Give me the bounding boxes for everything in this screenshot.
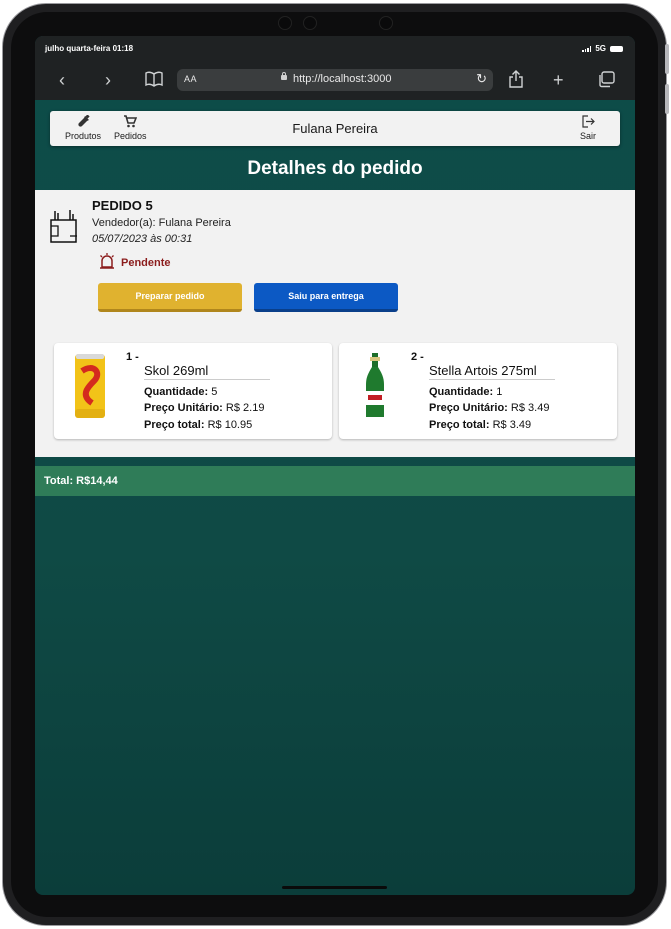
network-label: 5G: [595, 44, 606, 53]
item-unit-price: Preço Unitário: R$ 2.19: [144, 402, 264, 414]
volume-button: [665, 84, 669, 114]
item-name: Skol 269ml: [144, 363, 270, 380]
quantity-value: 1: [496, 386, 503, 398]
total-price-label: Preço total:: [144, 419, 205, 431]
item-total-price: Preço total: R$ 10.95: [144, 419, 252, 431]
item-index: 2 -: [411, 351, 424, 363]
total-price-label: Preço total:: [429, 419, 490, 431]
screen: julho quarta-feira 01:18 5G ‹ › AA http:…: [35, 36, 635, 895]
item-index: 1 -: [126, 351, 139, 363]
battery-icon: [610, 45, 623, 52]
unit-price-value: R$ 2.19: [225, 402, 265, 414]
alarm-icon: [98, 252, 116, 273]
item-name: Stella Artois 275ml: [429, 363, 555, 380]
status-label: Pendente: [121, 256, 171, 269]
sensor-dot: [303, 16, 317, 30]
unit-price-label: Preço Unitário:: [429, 402, 508, 414]
reload-icon[interactable]: ↻: [476, 71, 487, 87]
status-bar: julho quarta-feira 01:18 5G: [35, 36, 635, 60]
out-for-delivery-button[interactable]: Saiu para entrega: [254, 283, 398, 312]
signal-icon: [582, 45, 592, 52]
home-indicator[interactable]: [282, 886, 387, 889]
forward-icon[interactable]: ›: [105, 70, 111, 90]
browser-toolbar: ‹ › AA http://localhost:3000 ↻ +: [35, 60, 635, 100]
tabs-icon[interactable]: [597, 71, 615, 92]
product-image: [70, 351, 110, 421]
total-price-value: R$ 3.49: [492, 419, 532, 431]
text-size-button[interactable]: AA: [184, 74, 197, 84]
status-badge: Pendente: [98, 252, 171, 273]
user-name: Fulana Pereira: [292, 121, 378, 136]
share-icon[interactable]: [508, 70, 524, 92]
order-item-card: 2 - Stella Artois 275ml Quantidade: 1 Pr…: [339, 343, 617, 439]
logout-button[interactable]: Sair: [580, 115, 596, 141]
back-icon[interactable]: ‹: [59, 70, 65, 90]
status-indicators: 5G: [582, 44, 623, 53]
unit-price-value: R$ 3.49: [510, 402, 550, 414]
order-date: 05/07/2023 às 00:31: [92, 233, 193, 245]
logout-icon: [580, 115, 596, 128]
order-item-card: 1 - Skol 269ml Quantidade: 5 Preço Unitá…: [54, 343, 332, 439]
total-price-value: R$ 10.95: [207, 419, 253, 431]
unit-price-label: Preço Unitário:: [144, 402, 223, 414]
bookmarks-icon[interactable]: [145, 71, 163, 91]
order-seller: Vendedor(a): Fulana Pereira: [92, 217, 231, 229]
prepare-order-button[interactable]: Preparar pedido: [98, 283, 242, 312]
url-text[interactable]: http://localhost:3000: [293, 73, 391, 85]
item-unit-price: Preço Unitário: R$ 3.49: [429, 402, 549, 414]
volume-button: [665, 44, 669, 74]
order-total: Total: R$14,44: [44, 475, 118, 487]
item-total-price: Preço total: R$ 3.49: [429, 419, 531, 431]
app-navbar: Produtos Pedidos Fulana Pereira Sair: [50, 111, 620, 146]
product-image: [355, 351, 395, 421]
page-title: Detalhes do pedido: [247, 158, 423, 179]
status-time: julho quarta-feira 01:18: [45, 44, 134, 53]
item-quantity: Quantidade: 1: [429, 386, 502, 398]
quantity-label: Quantidade:: [429, 386, 494, 398]
sensor-dot: [379, 16, 393, 30]
sensor-dot: [278, 16, 292, 30]
new-tab-icon[interactable]: +: [553, 70, 564, 90]
quantity-label: Quantidade:: [144, 386, 209, 398]
order-title: PEDIDO 5: [92, 198, 153, 213]
order-basket-icon: [49, 208, 79, 251]
item-quantity: Quantidade: 5: [144, 386, 217, 398]
order-details: PEDIDO 5 Vendedor(a): Fulana Pereira 05/…: [35, 190, 635, 457]
lock-icon: [281, 72, 287, 80]
logout-label: Sair: [580, 131, 597, 141]
quantity-value: 5: [211, 386, 218, 398]
address-bar[interactable]: AA http://localhost:3000 ↻: [177, 69, 493, 91]
order-total-bar: Total: R$14,44: [35, 466, 635, 496]
